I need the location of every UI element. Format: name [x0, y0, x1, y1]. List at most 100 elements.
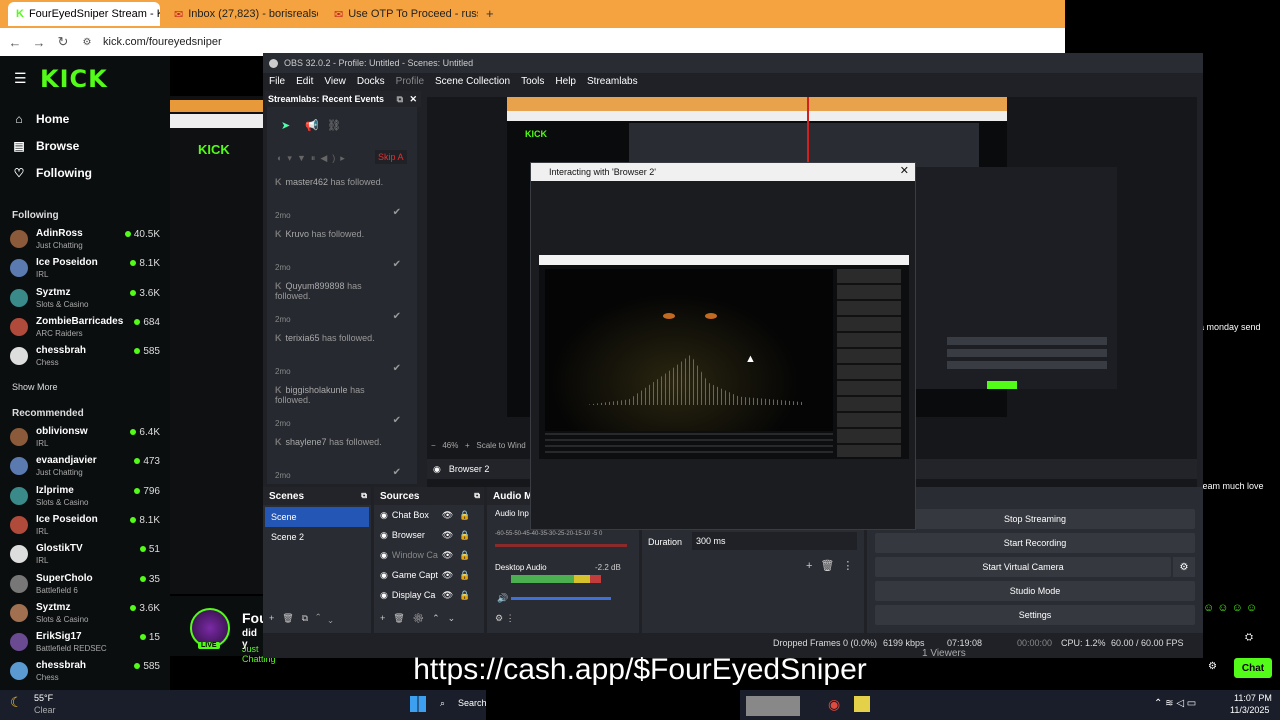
check-icon[interactable]: ✔	[393, 415, 401, 426]
app-icon[interactable]	[854, 696, 870, 712]
channel-item[interactable]: AdinRoss Just Chatting 40.5K	[10, 226, 160, 254]
menu-profile[interactable]: Profile	[396, 76, 424, 87]
menu-file[interactable]: File	[269, 76, 285, 87]
channel-item[interactable]: evaandjavier Just Chatting 473	[10, 453, 160, 481]
source-item[interactable]: ◉ Window Ca 👁 🔒	[374, 545, 484, 565]
source-item[interactable]: ◉ Display Ca 👁 🔒	[374, 585, 484, 605]
megaphone-icon[interactable]: 📢	[305, 119, 319, 132]
taskbar-window-thumb[interactable]	[746, 696, 800, 716]
embedded-video[interactable]	[545, 269, 833, 431]
back-icon[interactable]: ←	[3, 35, 27, 50]
nav-browse[interactable]: ▤ Browse	[12, 139, 79, 153]
start-recording-button[interactable]: Start Recording	[875, 533, 1195, 553]
zoom-in-icon[interactable]: +	[465, 441, 470, 450]
float-icon[interactable]: ⧉	[474, 491, 480, 501]
audio-input-slider[interactable]	[495, 544, 627, 547]
menu-edit[interactable]: Edit	[296, 76, 313, 87]
tab-otp[interactable]: ✉ Use OTP To Proceed - russianc ✕	[326, 2, 478, 26]
forward-icon[interactable]: →	[27, 35, 51, 50]
mixer-settings-icon[interactable]: ⚙ ⋮	[495, 613, 515, 624]
source-item[interactable]: ◉ Chat Box 👁 🔒	[374, 505, 484, 525]
virtual-camera-settings-icon[interactable]: ⚙	[1173, 557, 1195, 577]
lock-icon[interactable]: 🔒	[459, 530, 470, 541]
hamburger-menu-icon[interactable]: ☰	[14, 70, 27, 87]
lock-icon[interactable]: 🔒	[459, 550, 470, 561]
kick-logo[interactable]: KICK	[40, 65, 108, 93]
check-icon[interactable]: ✔	[393, 311, 401, 322]
nav-home[interactable]: ⌂ Home	[12, 112, 69, 126]
menu-streamlabs[interactable]: Streamlabs	[587, 76, 638, 87]
site-info-icon[interactable]: ⚙	[75, 37, 99, 48]
event-filter-icons[interactable]: ◐▾▼⏸◀)▸	[277, 153, 350, 164]
zoom-out-icon[interactable]: −	[431, 441, 436, 450]
link-icon[interactable]: ⛓	[327, 119, 341, 132]
menu-view[interactable]: View	[324, 76, 346, 87]
eye-icon[interactable]: 👁	[442, 590, 453, 601]
clock-time[interactable]: 11:07 PM	[1234, 693, 1272, 703]
channel-item[interactable]: Syztmz Slots & Casino 3.6K	[10, 600, 160, 628]
menu-tools[interactable]: Tools	[521, 76, 544, 87]
event-item[interactable]: Kshaylene7 has followed. 2mo ✔	[275, 437, 401, 485]
nav-following[interactable]: ♡ Following	[12, 166, 92, 180]
settings-button[interactable]: Settings	[875, 605, 1195, 625]
reload-icon[interactable]: ↻	[51, 34, 75, 50]
transition-buttons[interactable]: +🗑⋮	[806, 559, 861, 572]
lock-icon[interactable]: 🔒	[459, 590, 470, 601]
source-item[interactable]: ◉ Browser 👁 🔒	[374, 525, 484, 545]
stop-streaming-button[interactable]: Stop Streaming	[875, 509, 1195, 529]
lock-icon[interactable]: 🔒	[459, 510, 470, 521]
skip-alert-button[interactable]: Skip A	[375, 150, 407, 164]
tab-inbox[interactable]: ✉ Inbox (27,823) - borisrealson@ ✕	[166, 2, 318, 26]
start-virtual-camera-button[interactable]: Start Virtual Camera	[875, 557, 1171, 577]
menu-scene-collection[interactable]: Scene Collection	[435, 76, 510, 87]
eye-icon[interactable]: 👁	[442, 550, 453, 561]
channel-item[interactable]: Syztmz Slots & Casino 3.6K	[10, 285, 160, 313]
source-item[interactable]: ◉ Game Capt 👁 🔒	[374, 565, 484, 585]
event-item[interactable]: Kterixia65 has followed. 2mo ✔	[275, 333, 401, 381]
check-icon[interactable]: ✔	[393, 363, 401, 374]
follow-tab-icon[interactable]: ➤	[281, 119, 290, 132]
channel-item[interactable]: GlostikTV IRL 51	[10, 541, 160, 569]
check-icon[interactable]: ✔	[393, 259, 401, 270]
show-more-link[interactable]: Show More	[12, 382, 58, 392]
studio-mode-button[interactable]: Studio Mode	[875, 581, 1195, 601]
taskbar-search[interactable]: Search	[458, 698, 487, 708]
zoom-controls[interactable]: − 46% + Scale to Wind	[431, 441, 526, 450]
tray-icons[interactable]: ⌃ ≋ ◁ ▭	[1154, 698, 1196, 709]
chrome-icon[interactable]: ◉	[828, 696, 840, 713]
channel-item[interactable]: Izlprime Slots & Casino 796	[10, 483, 160, 511]
eye-icon[interactable]: 👁	[442, 570, 453, 581]
check-icon[interactable]: ✔	[393, 207, 401, 218]
event-item[interactable]: Kbiggisholakunle has followed. 2mo ✔	[275, 385, 401, 433]
eye-icon[interactable]: 👁	[442, 530, 453, 541]
event-item[interactable]: K Kruvo has followed. 2mo ✔	[275, 229, 401, 277]
tab-kick[interactable]: K FourEyedSniper Stream - Kick ✕	[8, 2, 160, 26]
start-button[interactable]	[410, 696, 426, 712]
close-icon[interactable]: ✕	[409, 94, 417, 105]
scene-item[interactable]: Scene 2	[265, 527, 369, 547]
menu-help[interactable]: Help	[555, 76, 576, 87]
channel-item[interactable]: chessbrah Chess 585	[10, 343, 160, 371]
channel-item[interactable]: Ice Poseidon IRL 8.1K	[10, 255, 160, 283]
dialog-browser-view[interactable]	[539, 255, 909, 459]
scene-toolbar[interactable]: +🗑⧉⌃⌄	[269, 613, 341, 624]
new-tab-button[interactable]: +	[486, 6, 494, 21]
menu-docks[interactable]: Docks	[357, 76, 385, 87]
scene-item[interactable]: Scene	[265, 507, 369, 527]
search-icon[interactable]: ⌕	[440, 698, 445, 709]
channel-item[interactable]: Ice Poseidon IRL 8.1K	[10, 512, 160, 540]
channel-item[interactable]: SuperCholo Battlefield 6 35	[10, 571, 160, 599]
speaker-icon[interactable]: 🔊	[497, 593, 508, 604]
url-input[interactable]: kick.com/foureyedsniper	[103, 36, 222, 48]
event-item[interactable]: K Quyum899898 has followed. 2mo ✔	[275, 281, 401, 329]
clock-date[interactable]: 11/3/2025	[1230, 705, 1269, 715]
channel-item[interactable]: oblivionsw IRL 6.4K	[10, 424, 160, 452]
check-icon[interactable]: ✔	[393, 467, 401, 478]
desktop-audio-slider[interactable]	[511, 597, 611, 600]
channel-item[interactable]: ZombieBarricades ARC Raiders 684	[10, 314, 160, 342]
float-icon[interactable]: ⧉	[397, 94, 403, 105]
close-icon[interactable]: ✕	[900, 164, 909, 177]
duration-input[interactable]: 300 ms	[692, 532, 857, 550]
scale-to-window[interactable]: Scale to Wind	[476, 441, 525, 450]
lock-icon[interactable]: 🔒	[459, 570, 470, 581]
